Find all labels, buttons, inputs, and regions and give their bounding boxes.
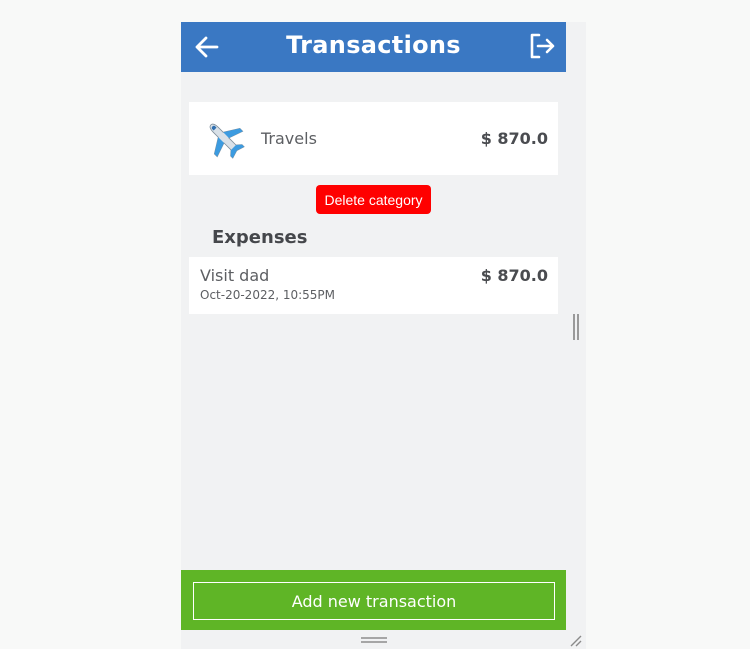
logout-icon [530, 33, 555, 59]
category-name: Travels [261, 129, 317, 148]
scrollbar-handle[interactable] [573, 314, 579, 340]
app-window: Transactions Travels $ 870.0 Delete cate… [181, 22, 586, 649]
logout-button[interactable] [528, 32, 556, 60]
expense-date: Oct-20-2022, 10:55PM [200, 288, 336, 302]
category-total: $ 870.0 [480, 129, 548, 148]
expense-name: Visit dad [200, 266, 270, 285]
app-screen: Transactions Travels $ 870.0 Delete cate… [181, 22, 566, 649]
arrow-left-icon [195, 36, 219, 58]
expense-amount: $ 870.0 [480, 266, 548, 285]
back-button[interactable] [193, 34, 221, 60]
category-card: Travels $ 870.0 [189, 102, 558, 175]
resize-grip[interactable] [361, 637, 387, 643]
expense-row[interactable]: Visit dad Oct-20-2022, 10:55PM $ 870.0 [189, 257, 558, 314]
add-transaction-button[interactable]: Add new transaction [193, 582, 555, 620]
page-title: Transactions [286, 31, 461, 59]
top-bar: Transactions [181, 22, 566, 72]
bottom-bar: Add new transaction [181, 570, 566, 630]
delete-category-button[interactable]: Delete category [316, 185, 431, 214]
expenses-heading: Expenses [212, 227, 308, 248]
airplane-icon [203, 117, 247, 161]
resize-corner-icon[interactable] [568, 632, 582, 647]
